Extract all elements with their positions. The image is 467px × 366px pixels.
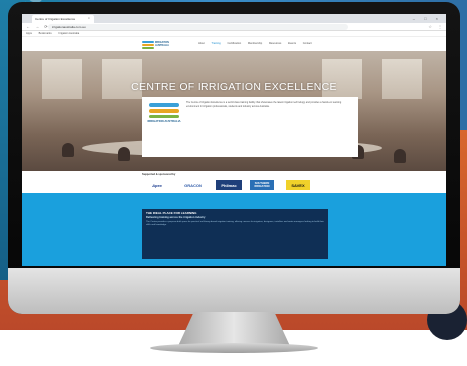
partners-label: Supported & sponsored by	[142, 173, 176, 176]
nav-item-certification[interactable]: Certification	[227, 42, 241, 45]
browser-tab-bar: Centre of Irrigation Excellence × – □ ×	[22, 14, 446, 23]
bookmark-item[interactable]: Irrigation Australia	[58, 32, 79, 35]
hero-photo-window	[42, 59, 82, 99]
monitor-stand	[178, 312, 290, 346]
hero-info-card: IRRIGATION AUSTRALIA The Centre of Irrig…	[142, 97, 358, 157]
logo-text: IRRIGATION AUSTRALIA	[155, 41, 169, 47]
card-logo-wave-icon	[149, 103, 179, 107]
hero-photo-person	[394, 149, 406, 163]
partner-logo-apex[interactable]: Apex	[144, 180, 170, 190]
nav-item-about[interactable]: About	[198, 42, 205, 45]
tab-title: Centre of Irrigation Excellence	[35, 17, 76, 21]
bookmark-star-icon[interactable]: ☆	[428, 24, 432, 29]
partner-logo-southern[interactable]: SOUTHERN IRRIGATION	[250, 180, 274, 190]
monitor-stand-base	[150, 343, 318, 353]
partner-logo-philmac[interactable]: Philmac	[216, 180, 242, 190]
partners-strip: Supported & sponsored by Apex GRACON Phi…	[22, 171, 446, 193]
bookmark-item[interactable]: Apps	[26, 32, 32, 35]
hero-photo-window	[382, 59, 422, 99]
card-logo-text: IRRIGATION AUSTRALIA	[147, 119, 181, 123]
nav-item-resources[interactable]: Resources	[269, 42, 281, 45]
card-logo-wave-icon	[149, 115, 179, 118]
browser-address-bar: ← → ⟳ irrigationaustralia.com.au ☆ ⋮	[22, 23, 446, 31]
browser-tab[interactable]: Centre of Irrigation Excellence	[32, 15, 94, 23]
card-body-text: The Centre of Irrigation Excellence is a…	[186, 101, 342, 108]
hero-banner: CENTRE OF IRRIGATION EXCELLENCE IRRIGATI…	[22, 51, 446, 171]
nav-item-events[interactable]: Events	[288, 42, 296, 45]
card-logo-wave-icon	[149, 109, 179, 113]
scene: IRRIGATION Centre of Irrigation Excellen…	[0, 0, 467, 366]
monitor-chin	[8, 268, 460, 314]
info-body-text: The Centre provides a purpose-built spac…	[146, 221, 324, 227]
hero-photo-person	[118, 147, 130, 161]
hero-photo-person	[62, 143, 74, 157]
info-subheading: Delivering training across the irrigatio…	[146, 216, 206, 219]
nav-item-training[interactable]: Training	[211, 42, 220, 45]
info-section: THE IDEAL PLACE FOR LEARNING Delivering …	[22, 193, 446, 266]
logo-wave-icon	[142, 44, 154, 46]
nav-item-membership[interactable]: Membership	[248, 42, 262, 45]
monitor-screen: Centre of Irrigation Excellence × – □ × …	[22, 14, 446, 266]
site-nav: About Training Certification Membership …	[198, 42, 318, 45]
site-header: IRRIGATION AUSTRALIA About Training Cert…	[22, 37, 446, 51]
navigation-buttons[interactable]: ← → ⟳	[26, 24, 50, 29]
card-logo: IRRIGATION AUSTRALIA	[147, 101, 181, 143]
nav-item-contact[interactable]: Contact	[303, 42, 312, 45]
browser-menu-icon[interactable]: ⋮	[438, 24, 442, 29]
info-heading: THE IDEAL PLACE FOR LEARNING	[146, 211, 197, 215]
window-controls[interactable]: – □ ×	[413, 16, 442, 21]
url-input[interactable]: irrigationaustralia.com.au	[48, 24, 348, 30]
logo-wave-icon	[142, 47, 154, 49]
site-logo[interactable]: IRRIGATION AUSTRALIA	[142, 39, 170, 49]
hero-photo-window	[322, 59, 362, 99]
bookmark-item[interactable]: Bookmarks	[39, 32, 52, 35]
hero-title: CENTRE OF IRRIGATION EXCELLENCE	[131, 81, 337, 93]
info-box: THE IDEAL PLACE FOR LEARNING Delivering …	[142, 209, 328, 259]
tab-close-icon[interactable]: ×	[88, 16, 90, 20]
partner-logo-savex[interactable]: SAVEX	[286, 180, 310, 190]
hero-photo-window	[102, 59, 142, 99]
partner-logo-gracon[interactable]: GRACON	[178, 180, 208, 190]
logo-wave-icon	[142, 41, 154, 43]
